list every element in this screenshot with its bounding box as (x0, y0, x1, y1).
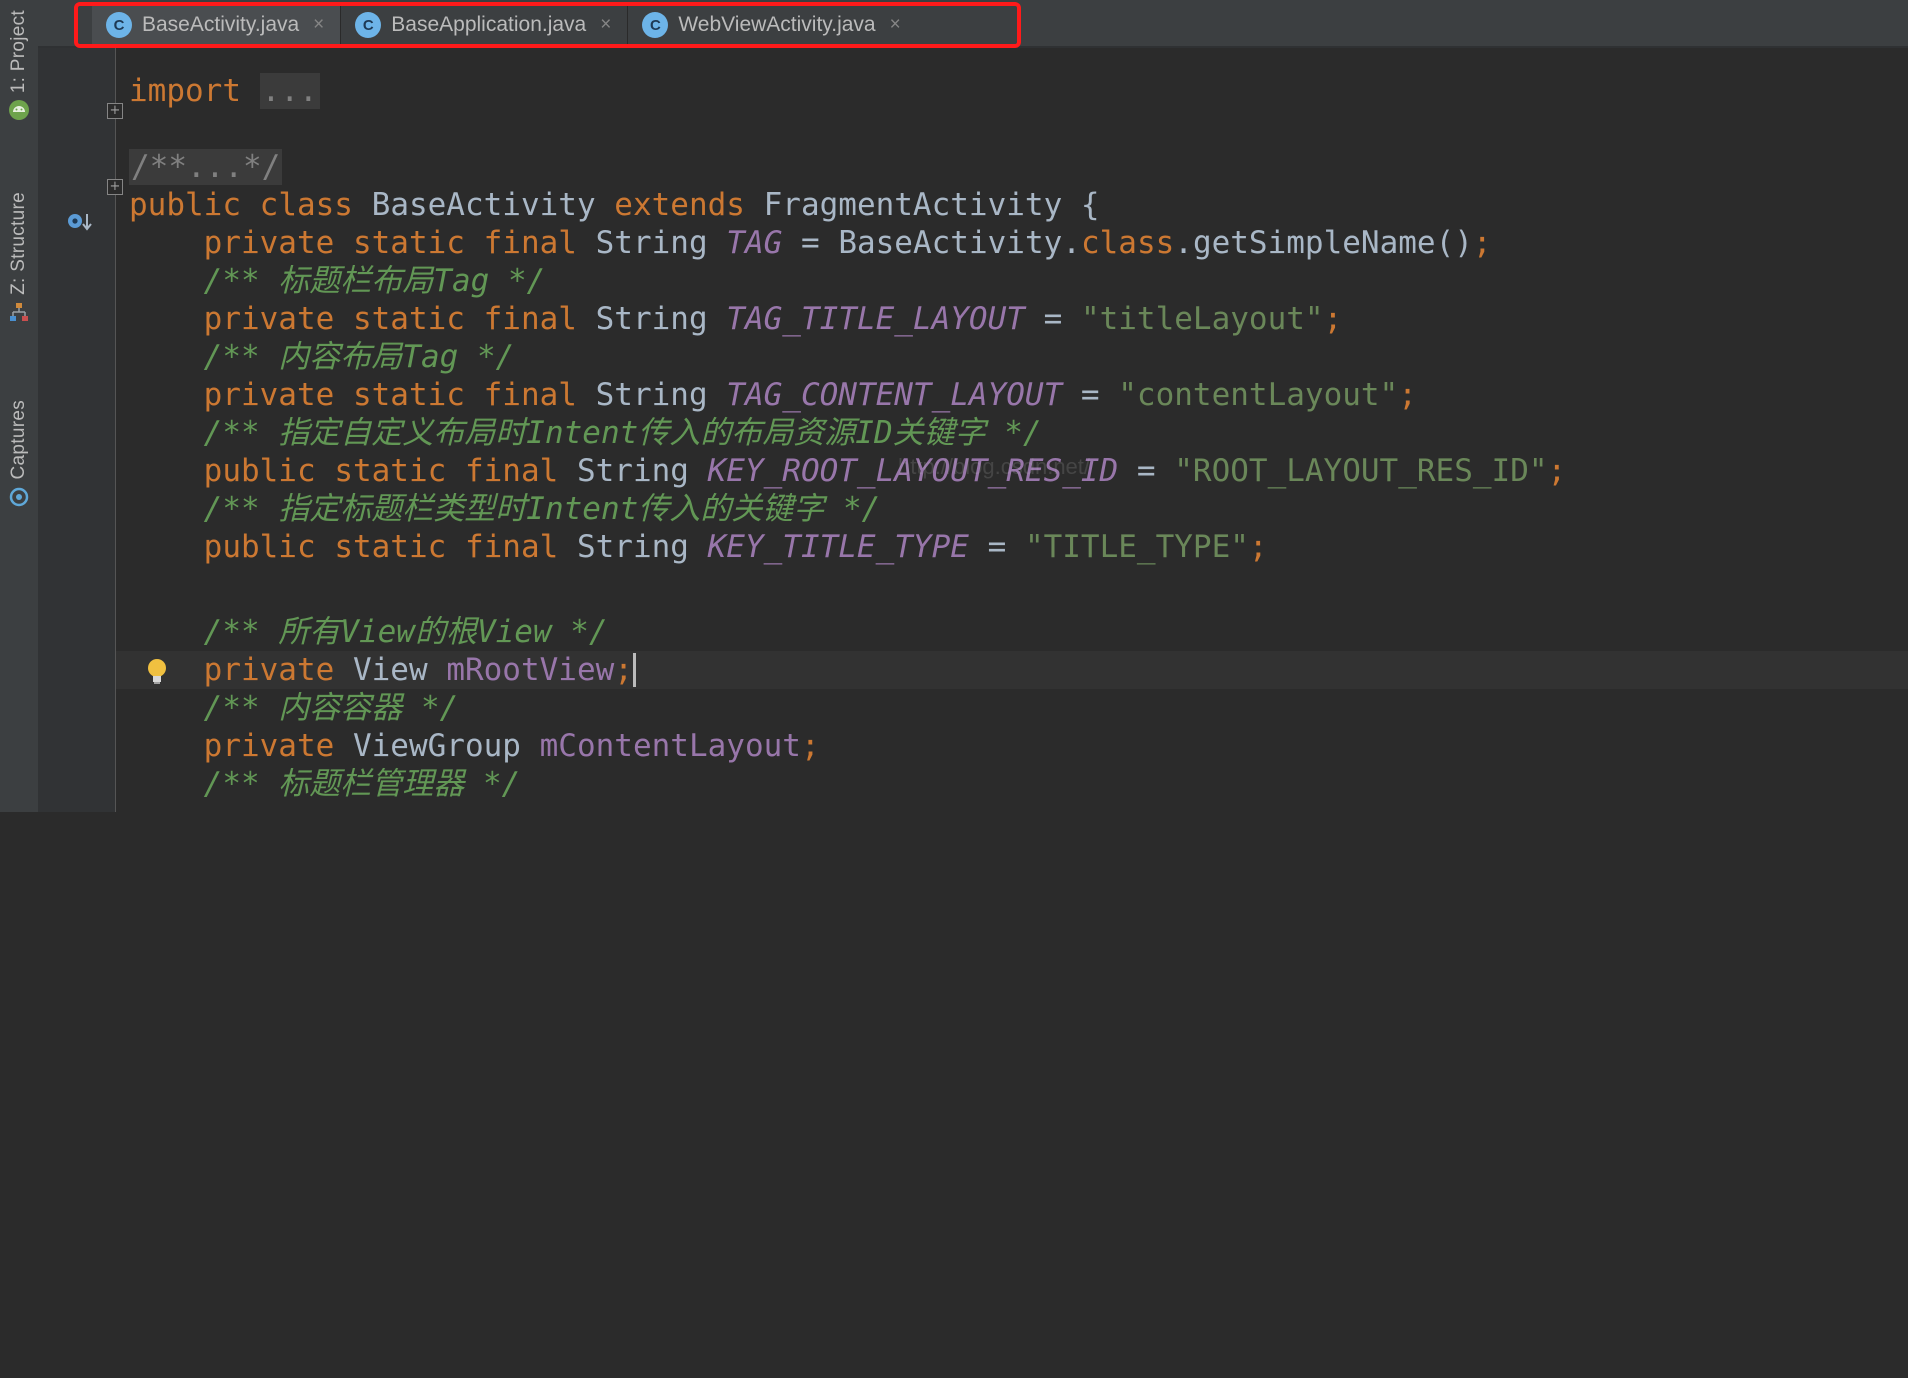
watermark: http://blog.csdn.net/ (898, 454, 1091, 479)
ide-window: 1: Project Z: Structure Captures C BaseA… (0, 0, 1908, 812)
close-icon[interactable]: × (890, 14, 901, 36)
code-line-title-type: public static final String KEY_TITLE_TYP… (203, 529, 1268, 565)
class-icon: C (355, 12, 382, 38)
tab-webview-activity[interactable]: C WebViewActivity.java × (628, 6, 916, 44)
class-icon: C (106, 12, 132, 38)
class-icon: C (642, 12, 669, 38)
tool-tab-structure-label: Z: Structure (8, 192, 29, 295)
code-comment: /** 内容容器 */ (203, 690, 459, 726)
tool-tab-structure[interactable]: Z: Structure (4, 192, 34, 323)
code-comment: /** 标题栏管理器 */ (203, 766, 521, 802)
close-icon[interactable]: × (600, 14, 611, 36)
code-line-title-layout: private static final String TAG_TITLE_LA… (203, 301, 1343, 337)
tool-tab-captures-label: Captures (8, 400, 29, 480)
code-editor[interactable]: + + import ... /**...*/ public class Bas… (38, 48, 1908, 812)
editor-gutter: + + (38, 48, 166, 812)
code-text[interactable]: import ... /**...*/ public class BaseAct… (129, 48, 1908, 812)
code-line-tag: private static final String TAG = BaseAc… (203, 225, 1492, 261)
code-comment: /** 指定自定义布局时Intent传入的布局资源ID关键字 */ (203, 415, 1042, 451)
code-line-import: import ... (129, 73, 320, 109)
code-line-doc: /**...*/ (129, 148, 283, 186)
editor-tab-bar: C BaseActivity.java × C BaseApplication.… (38, 0, 1908, 48)
overridden-method-icon[interactable] (66, 210, 94, 234)
tool-tab-project[interactable]: 1: Project (4, 10, 34, 121)
tab-label: BaseActivity.java (142, 13, 300, 36)
tool-tab-captures[interactable]: Captures (4, 400, 34, 508)
fold-expand-icon[interactable]: + (107, 179, 123, 195)
tool-window-strip: 1: Project Z: Structure Captures (0, 0, 39, 812)
code-comment: /** 内容布局Tag */ (203, 339, 515, 375)
android-icon (9, 100, 29, 121)
code-comment: /** 指定标题栏类型时Intent传入的关键字 */ (203, 491, 881, 527)
code-line-root-view: private View mRootView; (129, 651, 636, 689)
close-icon[interactable]: × (313, 14, 324, 36)
folded-region[interactable]: /**...*/ (129, 149, 283, 185)
tab-label: BaseApplication.java (391, 13, 587, 36)
fold-expand-icon[interactable]: + (107, 103, 123, 119)
tabs-highlight-box: C BaseActivity.java × C BaseApplication.… (74, 2, 1021, 48)
code-line-class-decl: public class BaseActivity extends Fragme… (129, 187, 1100, 223)
code-comment: /** 标题栏布局Tag */ (203, 263, 546, 299)
code-line-content-container: private ViewGroup mContentLayout; (203, 728, 820, 764)
code-comment: /** 所有View的根View */ (203, 614, 608, 650)
folded-region[interactable]: ... (259, 73, 320, 109)
code-line-content-layout: private static final String TAG_CONTENT_… (203, 377, 1417, 413)
structure-icon (10, 302, 28, 321)
tab-base-activity[interactable]: C BaseActivity.java × (92, 6, 342, 44)
tool-tab-project-label: 1: Project (8, 10, 29, 94)
tab-label: WebViewActivity.java (678, 13, 876, 36)
captures-icon (9, 487, 29, 506)
text-caret (632, 653, 636, 687)
code-line-root-layout-res-id: public static final String KEY_ROOT_LAYO… (203, 453, 1567, 489)
tab-base-application[interactable]: C BaseApplication.java × (341, 6, 629, 44)
